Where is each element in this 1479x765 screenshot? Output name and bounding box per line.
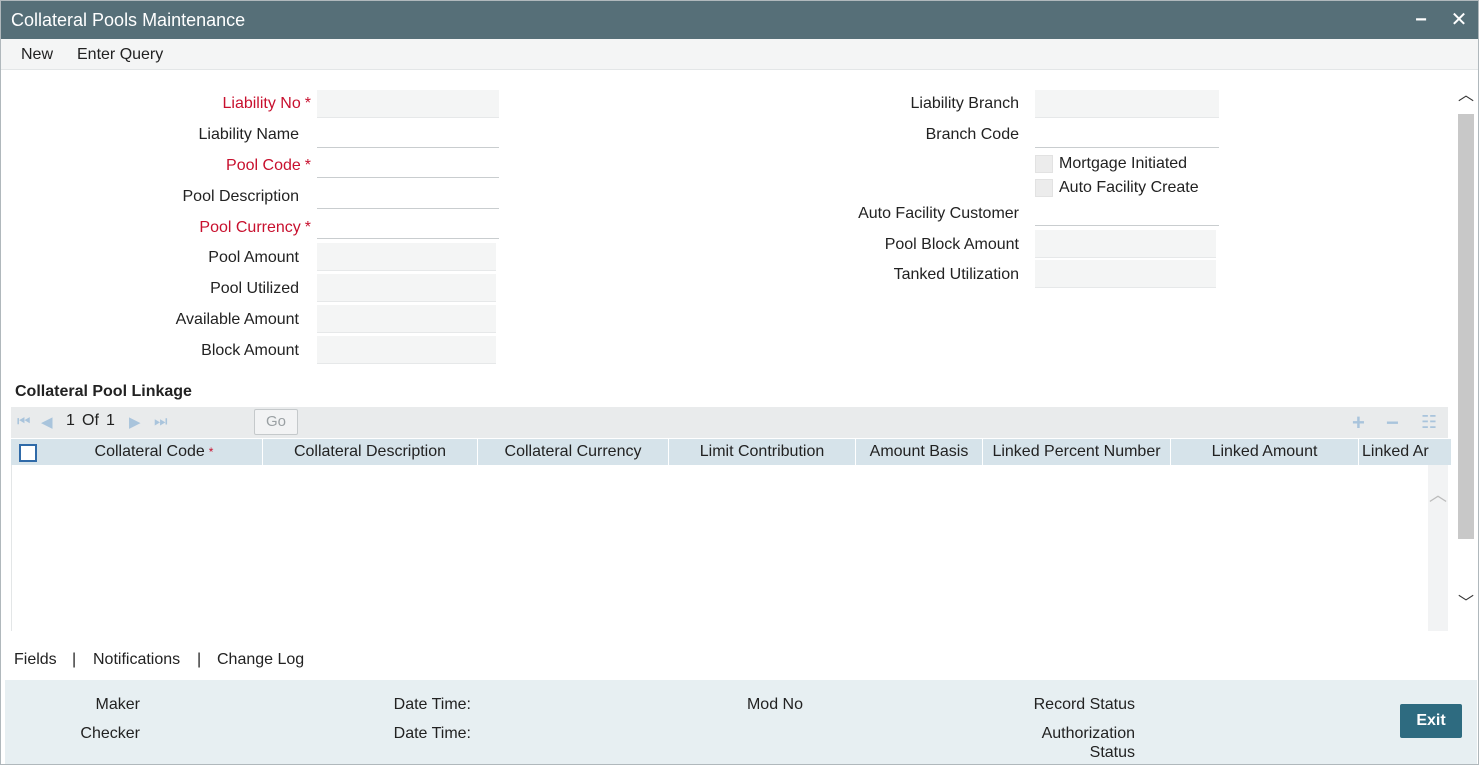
tab-fields[interactable]: Fields [14,651,57,669]
pool-block-amount-label: Pool Block Amount [884,236,1019,253]
auto-facility-customer-field[interactable] [1035,198,1219,226]
pool-currency-label: Pool Currency * [199,219,311,236]
previous-page-icon[interactable]: ◀ [41,413,53,431]
liability-branch-label: Liability Branch [910,95,1020,112]
exit-button[interactable]: Exit [1400,704,1462,738]
pool-amount-label: Pool Amount [208,249,299,266]
column-header[interactable]: Linked Ar [1359,439,1451,465]
title-bar: Collateral Pools Maintenance − ✕ [1,1,1478,39]
pool-description-field[interactable] [317,181,499,209]
of-label: Of [82,412,99,429]
authorization-label: Authorization [1041,725,1135,742]
tab-separator: | [72,651,77,668]
delete-row-icon[interactable]: − [1386,410,1399,436]
pool-utilized-label: Pool Utilized [210,280,299,297]
column-header[interactable]: Collateral Description [263,439,478,465]
form-scrollbar[interactable]: ︿ ﹀ [1457,86,1475,626]
enter-query-menu-item[interactable]: Enter Query [77,46,163,64]
grid-scrollbar[interactable]: ︿ [1428,465,1448,631]
mod-no-label: Mod No [746,696,803,713]
single-view-icon[interactable]: ☷ [1421,412,1437,433]
mortgage-initiated-label: Mortgage Initiated [1059,155,1188,172]
auto-facility-create-label: Auto Facility Create [1059,179,1199,196]
column-header[interactable]: Linked Percent Number [983,439,1171,465]
available-amount-label: Available Amount [175,311,299,328]
pool-amount-field [317,243,496,271]
auto-facility-create-checkbox[interactable] [1035,179,1053,197]
liability-no-label: Liability No * [222,95,312,112]
first-page-icon[interactable]: ⏮ [17,413,31,430]
minimize-icon[interactable]: − [1409,7,1433,33]
block-amount-field [317,336,496,364]
pool-code-field[interactable] [317,150,499,178]
add-row-icon[interactable]: + [1352,410,1365,436]
column-header[interactable]: Collateral Code * [46,439,263,465]
bottom-tabs: Fields | Notifications | Change Log [1,641,1478,679]
pool-currency-field[interactable] [317,211,499,239]
go-button[interactable]: Go [254,409,298,435]
tab-change-log[interactable]: Change Log [217,651,304,669]
next-page-icon[interactable]: ▶ [129,413,141,431]
column-header[interactable]: Collateral Currency [478,439,669,465]
tab-notifications[interactable]: Notifications [93,651,180,669]
scroll-down-icon[interactable]: ﹀ [1457,594,1475,614]
mortgage-initiated-checkbox[interactable] [1035,155,1053,173]
grid-header: Collateral Code * Collateral Description … [11,439,1451,465]
pool-block-amount-field [1035,230,1216,258]
liability-branch-field [1035,90,1219,118]
branch-code-field[interactable] [1035,120,1219,148]
liability-name-label: Liability Name [198,126,299,143]
column-header[interactable]: Limit Contribution [669,439,856,465]
total-pages: 1 [106,412,115,429]
scroll-up-icon[interactable]: ︿ [1457,86,1475,106]
new-menu-item[interactable]: New [21,46,53,64]
branch-code-label: Branch Code [925,126,1019,143]
maker-date-time-label: Date Time: [393,696,471,713]
current-page: 1 [66,412,75,429]
tab-separator: | [197,651,202,668]
grid-body [11,465,1451,631]
select-all-checkbox[interactable] [19,444,37,462]
audit-footer: Maker Checker Date Time: Date Time: Mod … [5,680,1477,764]
close-icon[interactable]: ✕ [1447,7,1471,33]
pool-description-label: Pool Description [182,188,300,205]
liability-no-field[interactable] [317,90,499,118]
last-page-icon[interactable]: ⏭ [154,413,168,430]
column-header[interactable]: Linked Amount [1171,439,1359,465]
pool-utilized-field [317,274,496,302]
collateral-pools-window: Collateral Pools Maintenance − ✕ New Ent… [0,0,1479,765]
tanked-utilization-field [1035,260,1216,288]
checker-label: Checker [80,725,140,742]
tanked-utilization-label: Tanked Utilization [893,266,1019,283]
liability-name-field[interactable] [317,120,499,148]
grid-toolbar: ⏮ ◀ 1 Of 1 ▶ ⏭ Go + − ☷ [11,407,1448,438]
record-status-label: Record Status [1033,696,1135,713]
checker-date-time-label: Date Time: [393,725,471,742]
auto-facility-customer-label: Auto Facility Customer [858,205,1019,222]
page-number-input[interactable] [193,410,243,434]
grid-scroll-up-icon[interactable]: ︿ [1428,481,1448,507]
pool-code-label: Pool Code * [226,157,311,174]
block-amount-label: Block Amount [201,342,299,359]
scrollbar-thumb[interactable] [1458,114,1474,539]
maker-label: Maker [95,696,140,713]
available-amount-field [317,305,496,333]
authorization-status-label: Status [1089,744,1135,761]
column-header[interactable]: Amount Basis [856,439,983,465]
collateral-pool-linkage-title: Collateral Pool Linkage [15,383,192,400]
menu-bar: New Enter Query [1,39,1478,70]
window-title: Collateral Pools Maintenance [11,10,246,30]
